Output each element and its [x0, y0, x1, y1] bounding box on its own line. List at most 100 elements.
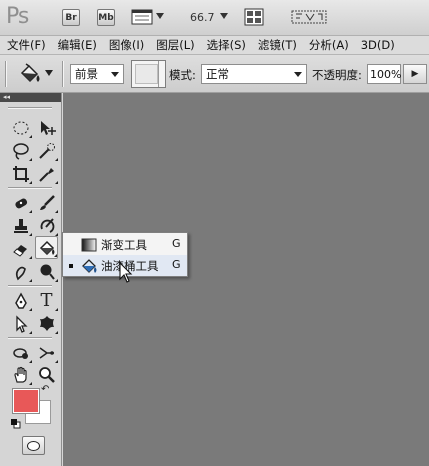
- view-extras-chevron-down-icon[interactable]: [156, 13, 164, 19]
- pen-tool[interactable]: [9, 289, 32, 312]
- toolbox: ◂◂ T ↶: [0, 93, 62, 466]
- flyout-item-gradient-tool[interactable]: 渐变工具 G: [63, 234, 187, 255]
- 3d-orbit-icon: [39, 346, 54, 359]
- fill-source-select[interactable]: 前景: [70, 64, 124, 84]
- opacity-slider-button[interactable]: ▶: [403, 64, 427, 84]
- magic-wand-icon: [38, 142, 55, 159]
- smudge-icon: [15, 266, 26, 280]
- clone-stamp-tool[interactable]: [9, 214, 32, 237]
- tool-group-indicator: [54, 254, 57, 257]
- path-selection-tool[interactable]: [9, 312, 32, 335]
- launch-minibridge-button[interactable]: Mb: [97, 9, 115, 26]
- paint-bucket-icon: [39, 240, 54, 255]
- foreground-color-swatch[interactable]: [12, 388, 40, 414]
- quick-mask-button[interactable]: [22, 436, 45, 455]
- options-bar-grip[interactable]: [5, 61, 7, 87]
- fill-source-value: 前景: [75, 67, 98, 81]
- crop-tool[interactable]: [9, 162, 32, 185]
- 3d-rotate-tool[interactable]: [9, 341, 32, 364]
- menu-bar: 文件(F) 编辑(E) 图像(I) 图层(L) 选择(S) 滤镜(T) 分析(A…: [0, 36, 429, 55]
- gradient-icon: [81, 238, 97, 252]
- zoom-level[interactable]: 66.7: [190, 11, 215, 24]
- tool-preset-chevron-down-icon[interactable]: [45, 70, 53, 76]
- photoshop-logo: Ps: [6, 4, 29, 29]
- shape-icon: [39, 315, 54, 331]
- history-brush-icon: [40, 217, 54, 233]
- paint-bucket-icon: [20, 63, 40, 83]
- history-brush-tool[interactable]: [35, 214, 58, 237]
- screen-mode-button[interactable]: [290, 6, 330, 31]
- menu-select[interactable]: 选择(S): [200, 37, 251, 53]
- pattern-preview: [135, 64, 158, 84]
- screen-mode-icon: [291, 10, 327, 24]
- spot-healing-brush-tool[interactable]: [9, 191, 32, 214]
- arrange-documents-button[interactable]: [244, 8, 264, 29]
- menu-layer[interactable]: 图层(L): [149, 37, 199, 53]
- arrange-documents-icon: [244, 8, 264, 26]
- tool-group-indicator: [29, 308, 32, 311]
- flyout-item-label: 渐变工具: [101, 238, 147, 252]
- custom-shape-tool[interactable]: [35, 312, 58, 335]
- hand-tool[interactable]: [9, 363, 32, 386]
- tool-group-indicator: [29, 158, 32, 161]
- move-tool[interactable]: [35, 116, 58, 139]
- dodge-tool[interactable]: [35, 260, 58, 283]
- swap-colors-icon[interactable]: ↶: [41, 384, 49, 395]
- bandage-icon: [14, 198, 27, 208]
- tool-group-indicator: [29, 331, 32, 334]
- mode-label: 模式:: [169, 68, 196, 82]
- bridge-label: Br: [65, 12, 77, 23]
- lasso-tool[interactable]: [9, 139, 32, 162]
- tool-group-indicator: [55, 308, 58, 311]
- tool-group-indicator: [55, 279, 58, 282]
- toolbox-grip[interactable]: [8, 107, 52, 109]
- chevron-down-icon: [294, 72, 302, 77]
- type-tool[interactable]: T: [35, 289, 58, 312]
- 3d-orbit-tool[interactable]: [35, 341, 58, 364]
- menu-image[interactable]: 图像(I): [102, 37, 149, 53]
- brush-tool[interactable]: [35, 191, 58, 214]
- opacity-label: 不透明度:: [312, 68, 362, 82]
- toolbox-divider: [8, 337, 52, 339]
- path-selection-icon: [15, 314, 28, 333]
- brush-icon: [39, 194, 55, 210]
- default-colors-icon[interactable]: [11, 418, 21, 429]
- tool-group-indicator: [55, 181, 58, 184]
- menu-3d[interactable]: 3D(D): [354, 38, 400, 52]
- zoom-tool[interactable]: [35, 363, 58, 386]
- view-extras-button[interactable]: [131, 8, 153, 29]
- canvas-area[interactable]: [63, 93, 429, 466]
- flyout-item-shortcut: G: [172, 237, 181, 250]
- tool-group-indicator: [29, 279, 32, 282]
- blur-tool[interactable]: [9, 260, 32, 283]
- toolbox-divider: [8, 187, 52, 189]
- launch-bridge-button[interactable]: Br: [62, 9, 80, 26]
- chevron-down-icon: [111, 72, 119, 77]
- eyedropper-tool[interactable]: [35, 162, 58, 185]
- menu-filter[interactable]: 滤镜(T): [251, 37, 302, 53]
- tool-preset-picker[interactable]: [18, 63, 42, 88]
- rectangular-marquee-tool[interactable]: [9, 116, 32, 139]
- quick-selection-tool[interactable]: [35, 139, 58, 162]
- crop-icon: [12, 165, 29, 182]
- tool-group-indicator: [29, 210, 32, 213]
- opacity-input[interactable]: 100%: [367, 64, 401, 84]
- toolbox-collapse-bar[interactable]: ◂◂: [0, 93, 61, 102]
- options-bar: 前景 模式: 正常 不透明度: 100% ▶: [0, 55, 429, 93]
- zoom-chevron-down-icon[interactable]: [220, 13, 228, 19]
- menu-edit[interactable]: 编辑(E): [51, 37, 102, 53]
- tool-group-indicator: [55, 210, 58, 213]
- pattern-picker[interactable]: [131, 60, 166, 88]
- selected-bullet-icon: [69, 264, 73, 268]
- eraser-tool[interactable]: [9, 237, 32, 260]
- tool-group-indicator: [55, 331, 58, 334]
- zoom-icon: [38, 366, 55, 383]
- menu-analysis[interactable]: 分析(A): [302, 37, 354, 53]
- blend-mode-select[interactable]: 正常: [201, 64, 307, 84]
- type-icon: T: [40, 290, 53, 311]
- tool-group-indicator: [29, 256, 32, 259]
- tool-group-indicator: [29, 135, 32, 138]
- view-extras-icon: [131, 9, 153, 25]
- menu-file[interactable]: 文件(F): [0, 37, 51, 53]
- paint-bucket-tool[interactable]: [35, 236, 58, 259]
